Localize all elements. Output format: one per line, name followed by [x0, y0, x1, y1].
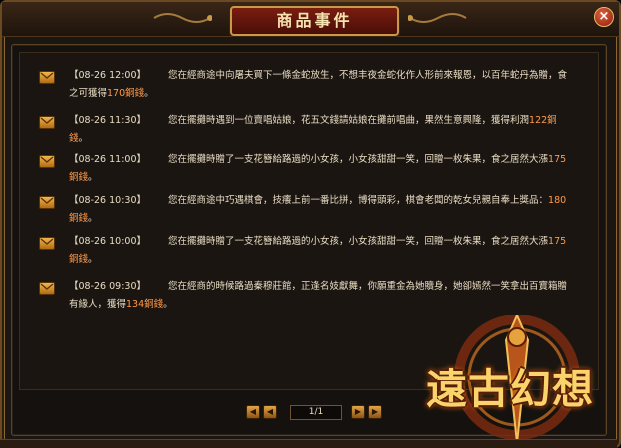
- event-message: 您在擺攤時贈了一支花簪給路過的小女孩，小女孩甜甜一笑，回贈一枚朱果，食之居然大漲: [168, 154, 549, 165]
- close-button[interactable]: ×: [594, 7, 614, 27]
- event-text: 【08-26 11:30】 您在擺攤時遇到一位賣唱姑娘，花五文錢請姑娘在攤前唱曲，…: [69, 112, 569, 148]
- mail-icon[interactable]: [39, 116, 55, 129]
- event-time: 【08-26 11:30】: [69, 115, 147, 126]
- title-ornament-right: [408, 13, 467, 23]
- event-unit: 銅錢: [69, 213, 89, 224]
- prev-page-icon: ◀: [266, 407, 274, 416]
- event-text: 【08-26 09:30】 您在經商的時候路過秦穆莊館，正逢名妓獻舞，你願重金為她…: [69, 278, 569, 314]
- event-time: 【08-26 10:30】: [69, 195, 147, 206]
- next-page-button[interactable]: ▶: [351, 405, 365, 419]
- last-page-button[interactable]: ▶: [368, 405, 382, 419]
- event-suffix: 。: [88, 254, 98, 265]
- event-unit: 銅錢: [125, 88, 145, 99]
- event-text: 【08-26 10:00】 您在擺攤時贈了一支花簪給路過的小女孩，小女孩甜甜一笑，…: [69, 233, 569, 269]
- title-ornament-left: [153, 13, 212, 23]
- list-item: 【08-26 10:00】 您在擺攤時贈了一支花簪給路過的小女孩，小女孩甜甜一笑，…: [39, 235, 579, 269]
- mail-icon[interactable]: [39, 282, 55, 295]
- game-logo: 遠古幻想: [420, 315, 615, 445]
- close-icon: ×: [598, 9, 610, 24]
- event-unit: 銅錢: [144, 299, 164, 310]
- event-amount: 175: [548, 236, 567, 247]
- event-message: 您在擺攤時遇到一位賣唱姑娘，花五文錢請姑娘在攤前唱曲，果然生意興隆，獲得利潤: [168, 115, 530, 126]
- pagination: ◀ ◀ 1/1 ▶ ▶: [246, 404, 385, 420]
- next-page-icon: ▶: [354, 407, 362, 416]
- event-suffix: 。: [144, 88, 154, 99]
- list-item: 【08-26 10:30】 您在經商途中巧遇棋會，技癢上前一番比拼，博得頭彩，棋會…: [39, 194, 579, 228]
- event-message: 您在擺攤時贈了一支花簪給路過的小女孩，小女孩甜甜一笑，回贈一枚朱果，食之居然大漲: [168, 236, 549, 247]
- list-item: 【08-26 09:30】 您在經商的時候路過秦穆莊館，正逢名妓獻舞，你願重金為她…: [39, 280, 579, 314]
- list-item: 【08-26 12:00】 您在經商途中向屠夫買下一條金蛇放生，不想丰夜金蛇化作人…: [39, 69, 579, 103]
- window-title: 商品事件: [276, 11, 353, 30]
- event-message: 您在經商途中巧遇棋會，技癢上前一番比拼，博得頭彩，棋會老闆的乾女兒親自奉上獎品：: [168, 195, 549, 206]
- mail-icon[interactable]: [39, 237, 55, 250]
- event-amount: 170: [107, 88, 126, 99]
- event-time: 【08-26 10:00】: [69, 236, 147, 247]
- logo-text: 遠古幻想: [426, 365, 594, 413]
- event-time: 【08-26 11:00】: [69, 154, 147, 165]
- event-unit: 銅錢: [69, 254, 89, 265]
- first-page-icon: ◀: [249, 407, 257, 416]
- event-time: 【08-26 09:30】: [69, 281, 147, 292]
- event-suffix: 。: [88, 172, 98, 183]
- event-suffix: 。: [88, 213, 98, 224]
- event-amount: 180: [548, 195, 567, 206]
- mail-icon[interactable]: [39, 71, 55, 84]
- event-amount: 175: [548, 154, 567, 165]
- event-amount: 122: [529, 115, 548, 126]
- list-item: 【08-26 11:30】 您在擺攤時遇到一位賣唱姑娘，花五文錢請姑娘在攤前唱曲，…: [39, 114, 579, 148]
- last-page-icon: ▶: [371, 407, 379, 416]
- event-unit: 銅錢: [69, 172, 89, 183]
- prev-page-button[interactable]: ◀: [263, 405, 277, 419]
- title-plate: 商品事件: [230, 6, 399, 36]
- event-text: 【08-26 12:00】 您在經商途中向屠夫買下一條金蛇放生，不想丰夜金蛇化作人…: [69, 67, 569, 103]
- first-page-button[interactable]: ◀: [246, 405, 260, 419]
- list-item: 【08-26 11:00】 您在擺攤時贈了一支花簪給路過的小女孩，小女孩甜甜一笑，…: [39, 153, 579, 187]
- page-indicator: 1/1: [290, 404, 342, 420]
- event-suffix: 。: [163, 299, 173, 310]
- event-time: 【08-26 12:00】: [69, 70, 147, 81]
- mail-icon[interactable]: [39, 155, 55, 168]
- event-text: 【08-26 11:00】 您在擺攤時贈了一支花簪給路過的小女孩，小女孩甜甜一笑，…: [69, 151, 569, 187]
- event-amount: 134: [126, 299, 145, 310]
- event-suffix: 。: [78, 133, 89, 144]
- bottom-border: [0, 439, 617, 448]
- mail-icon[interactable]: [39, 196, 55, 209]
- title-bar: 商品事件 ×: [2, 2, 619, 37]
- event-text: 【08-26 10:30】 您在經商途中巧遇棋會，技癢上前一番比拼，博得頭彩，棋會…: [69, 192, 569, 228]
